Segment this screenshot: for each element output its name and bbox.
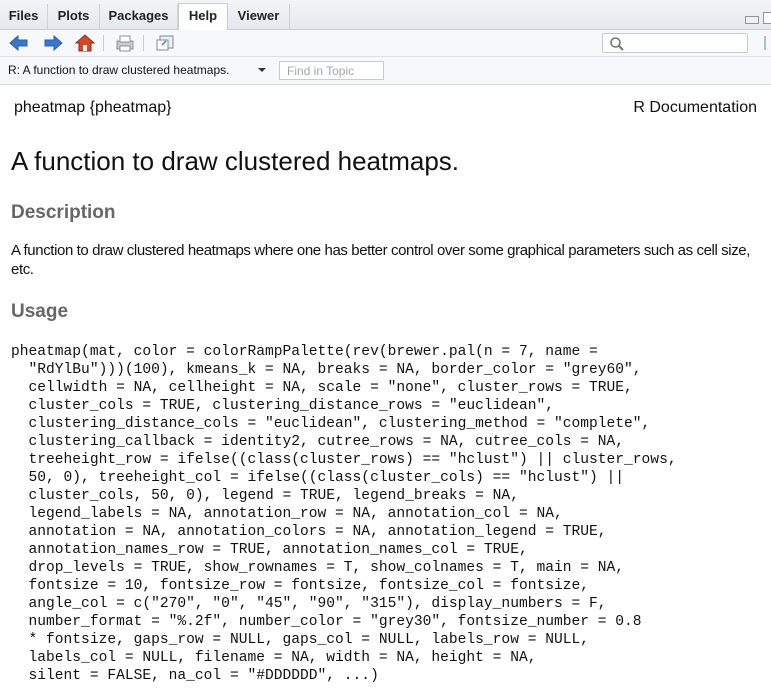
help-search-input[interactable] (629, 35, 745, 51)
forward-arrow-icon[interactable] (42, 33, 64, 53)
pane-tab-bar: Files Plots Packages Help Viewer (0, 0, 771, 31)
tab-files[interactable]: Files (0, 4, 48, 30)
help-toolbar (0, 30, 771, 57)
tab-plots[interactable]: Plots (48, 4, 100, 30)
description-text: A function to draw clustered heatmaps wh… (11, 242, 751, 278)
usage-code-line: cluster_cols, 50, 0), legend = TRUE, leg… (11, 488, 519, 504)
find-in-topic-box[interactable] (279, 61, 384, 80)
usage-code-line: "RdYlBu")))(100), kmeans_k = NA, breaks … (11, 362, 642, 378)
topic-history-dropdown[interactable]: R: A function to draw clustered heatmaps… (8, 63, 229, 77)
usage-code-line: silent = FALSE, na_col = "#DDDDDD", ...) (11, 668, 379, 684)
usage-code-line: angle_col = c("270", "0", "45", "90", "3… (11, 596, 607, 612)
usage-code-line: cellwidth = NA, cellheight = NA, scale =… (11, 380, 633, 396)
tab-viewer[interactable]: Viewer (228, 4, 290, 30)
usage-code-line: pheatmap(mat, color = colorRampPalette(r… (11, 344, 598, 360)
tab-help[interactable]: Help (178, 3, 228, 31)
pane-window-controls (745, 12, 771, 28)
home-icon[interactable] (74, 33, 96, 53)
usage-code-line: labels_col = NULL, filename = NA, width … (11, 650, 537, 666)
print-icon[interactable] (114, 33, 136, 53)
search-icon (610, 37, 624, 51)
usage-code-line: treeheight_row = ifelse((class(cluster_r… (11, 452, 677, 468)
usage-heading: Usage (11, 301, 69, 322)
tab-packages[interactable]: Packages (100, 4, 178, 30)
usage-code-line: drop_levels = TRUE, show_rownames = T, s… (11, 560, 625, 576)
usage-code-line: clustering_distance_cols = "euclidean", … (11, 416, 651, 432)
minimize-pane-button[interactable] (745, 16, 759, 24)
toolbar-divider (103, 35, 104, 51)
back-arrow-icon[interactable] (8, 33, 30, 53)
topic-bar: R: A function to draw clustered heatmaps… (0, 57, 771, 85)
open-in-window-icon[interactable] (154, 33, 176, 53)
package-header: pheatmap {pheatmap} (14, 99, 172, 116)
r-documentation-label: R Documentation (633, 99, 757, 116)
usage-code-line: * fontsize, gaps_row = NULL, gaps_col = … (11, 632, 590, 648)
usage-code-line: cluster_cols = TRUE, clustering_distance… (11, 398, 554, 414)
help-document: pheatmap {pheatmap} R Documentation A fu… (0, 86, 771, 697)
usage-code-block: pheatmap(mat, color = colorRampPalette(r… (11, 343, 677, 685)
help-search-box[interactable] (602, 33, 748, 53)
description-heading: Description (11, 202, 116, 223)
usage-code-line: clustering_callback = identity2, cutree_… (11, 434, 625, 450)
usage-code-line: legend_labels = NA, annotation_row = NA,… (11, 506, 563, 522)
usage-code-line: annotation_names_row = TRUE, annotation_… (11, 542, 528, 558)
toolbar-overflow-edge (764, 36, 771, 50)
usage-code-line: 50, 0), treeheight_col = ifelse((class(c… (11, 470, 625, 486)
usage-code-line: annotation = NA, annotation_colors = NA,… (11, 524, 607, 540)
maximize-pane-button[interactable] (763, 12, 771, 24)
usage-code-line: fontsize = 10, fontsize_row = fontsize, … (11, 578, 590, 594)
usage-code-line: number_format = "%.2f", number_color = "… (11, 614, 642, 630)
find-in-topic-input[interactable] (280, 62, 383, 80)
page-title: A function to draw clustered heatmaps. (11, 146, 460, 176)
toolbar-divider (143, 35, 144, 51)
chevron-down-icon[interactable] (258, 68, 266, 72)
